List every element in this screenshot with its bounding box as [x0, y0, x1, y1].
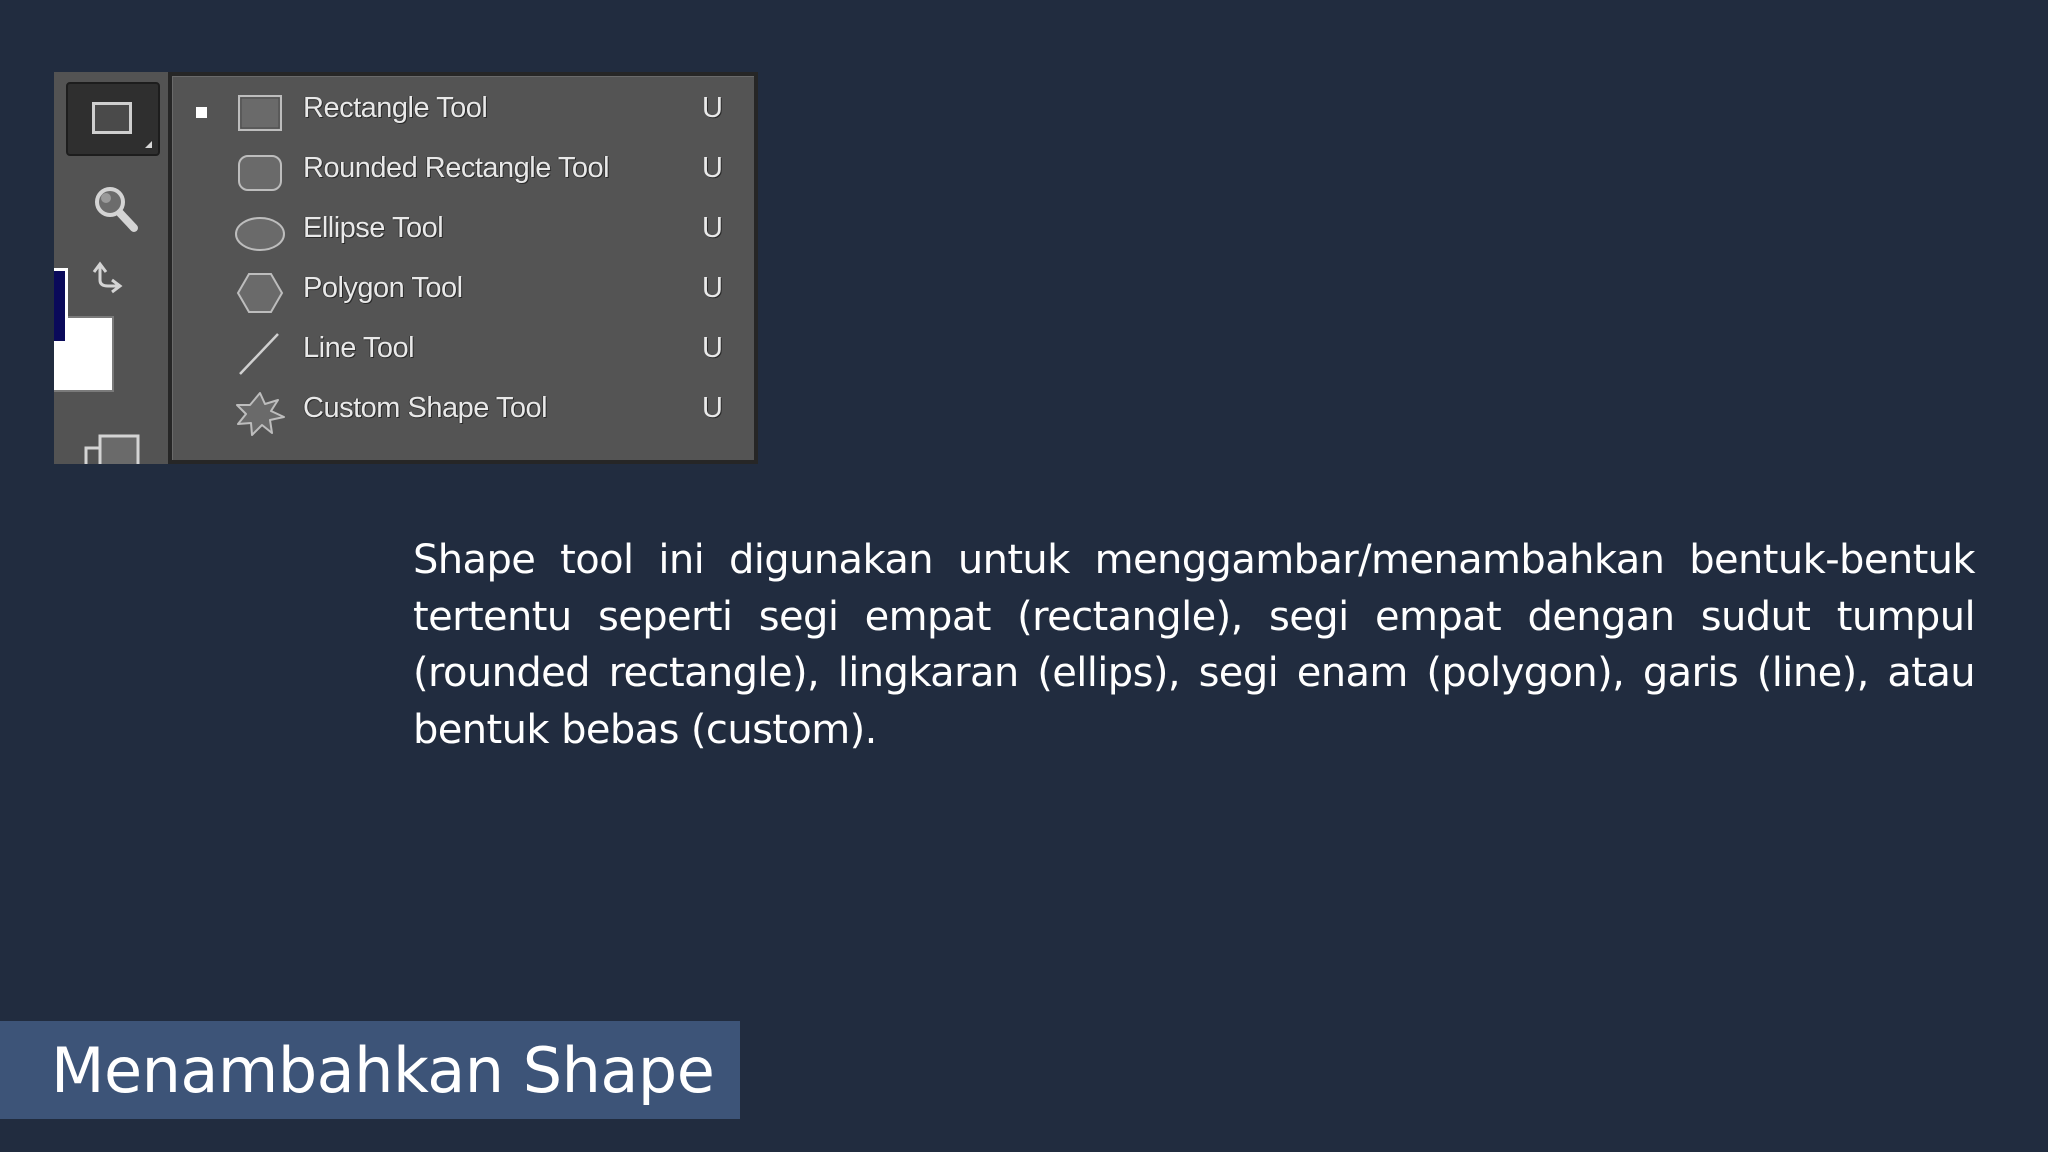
- swap-colors-icon[interactable]: [88, 258, 128, 298]
- menu-item-label: Custom Shape Tool: [303, 392, 548, 424]
- rectangle-icon: [238, 95, 282, 131]
- menu-item-shortcut: U: [702, 212, 723, 244]
- menu-item-label: Rounded Rectangle Tool: [303, 152, 610, 184]
- foreground-color-swatch[interactable]: [54, 268, 68, 344]
- quick-mask-icon[interactable]: [84, 434, 144, 464]
- line-icon: [239, 333, 279, 375]
- menu-item-label: Rectangle Tool: [303, 92, 488, 124]
- zoom-icon[interactable]: [90, 182, 140, 234]
- menu-item-label: Line Tool: [303, 332, 415, 364]
- rectangle-tool-icon: [92, 102, 132, 134]
- menu-item-shortcut: U: [702, 92, 723, 124]
- selected-indicator-icon: [196, 107, 207, 118]
- menu-item-shortcut: U: [702, 392, 723, 424]
- menu-item-label: Ellipse Tool: [303, 212, 444, 244]
- menu-item-shortcut: U: [702, 332, 723, 364]
- menu-item-rectangle-tool[interactable]: Rectangle Tool U: [172, 82, 754, 142]
- menu-item-label: Polygon Tool: [303, 272, 463, 304]
- flyout-indicator-icon: [145, 141, 152, 148]
- tools-panel: [54, 72, 172, 464]
- menu-item-line-tool[interactable]: Line Tool U: [172, 322, 754, 382]
- shape-tool-flyout-menu: Rectangle Tool U Rounded Rectangle Tool …: [168, 72, 758, 464]
- slide-title-bar: Menambahkan Shape: [0, 1021, 740, 1119]
- menu-item-ellipse-tool[interactable]: Ellipse Tool U: [172, 202, 754, 262]
- slide-description: Shape tool ini digunakan untuk menggamba…: [413, 537, 1976, 753]
- menu-item-custom-shape-tool[interactable]: Custom Shape Tool U: [172, 382, 754, 442]
- menu-item-rounded-rectangle-tool[interactable]: Rounded Rectangle Tool U: [172, 142, 754, 202]
- rectangle-tool-button[interactable]: [66, 82, 160, 156]
- menu-item-shortcut: U: [702, 152, 723, 184]
- custom-shape-icon: [236, 392, 285, 436]
- ellipse-icon: [235, 217, 285, 251]
- photoshop-shape-tool-screenshot: Rectangle Tool U Rounded Rectangle Tool …: [54, 72, 758, 464]
- rounded-rectangle-icon: [238, 155, 282, 191]
- menu-item-shortcut: U: [702, 272, 723, 304]
- polygon-icon: [236, 273, 284, 313]
- menu-item-polygon-tool[interactable]: Polygon Tool U: [172, 262, 754, 322]
- slide-title: Menambahkan Shape: [51, 1034, 715, 1107]
